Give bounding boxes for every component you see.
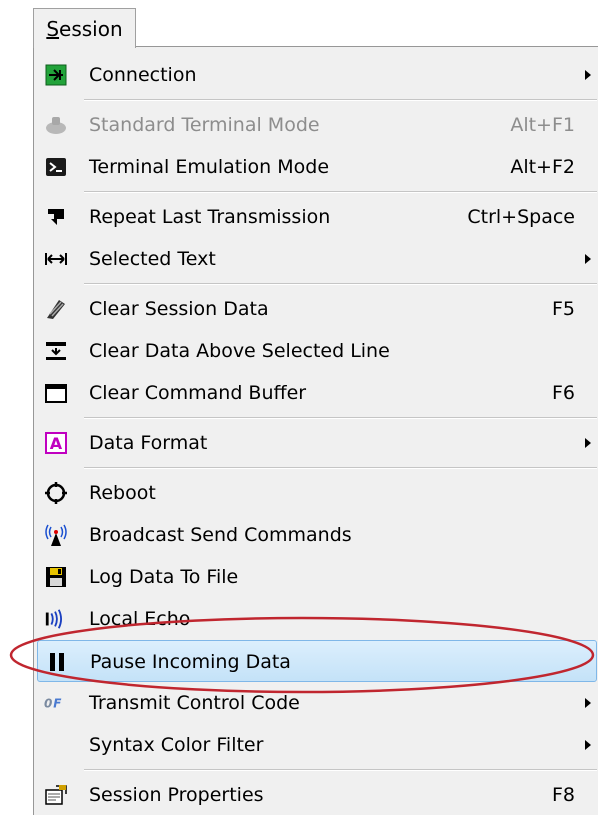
menu-item-data-format[interactable]: A Data Format [34, 422, 597, 464]
submenu-arrow-icon [585, 70, 591, 80]
menu-item-shortcut: Alt+F1 [510, 114, 575, 136]
menu-item-local-echo[interactable]: Local Echo [34, 598, 597, 640]
session-menu-title-rest: ession [59, 16, 123, 41]
clear-above-icon [44, 339, 68, 363]
menu-item-label: Clear Command Buffer [89, 382, 307, 404]
menu-item-shortcut: F8 [551, 784, 575, 806]
svg-text:A: A [50, 434, 63, 453]
menu-item-reboot[interactable]: Reboot [34, 472, 597, 514]
menu-item-clear-session-data[interactable]: Clear Session Data F5 [34, 288, 597, 330]
menu-item-standard-terminal-mode[interactable]: Standard Terminal Mode Alt+F1 [34, 104, 597, 146]
terminal-emulation-icon [44, 155, 68, 179]
menu-item-shortcut: Alt+F2 [510, 156, 575, 178]
menu-item-label: Connection [89, 64, 197, 86]
menu-item-broadcast-send-commands[interactable]: Broadcast Send Commands [34, 514, 597, 556]
pause-icon [45, 650, 69, 674]
menu-item-label: Terminal Emulation Mode [89, 156, 330, 178]
menu-item-label: Broadcast Send Commands [89, 524, 352, 546]
menu-item-connection[interactable]: Connection [34, 54, 597, 96]
menu-item-shortcut: Ctrl+Space [467, 206, 575, 228]
control-code-icon: 0F [44, 691, 68, 715]
menu-item-label: Pause Incoming Data [90, 651, 291, 673]
menu-item-label: Clear Session Data [89, 298, 269, 320]
menu-item-label: Local Echo [89, 608, 191, 630]
menu-item-clear-command-buffer[interactable]: Clear Command Buffer F6 [34, 372, 597, 414]
menu-item-label: Transmit Control Code [89, 692, 300, 714]
session-menu-mnemonic: S [46, 16, 60, 41]
menu-item-clear-data-above-selected-line[interactable]: Clear Data Above Selected Line [34, 330, 597, 372]
save-icon [44, 565, 68, 589]
menu-item-label: Log Data To File [89, 566, 239, 588]
submenu-arrow-icon [585, 438, 591, 448]
menu-item-shortcut: F5 [551, 298, 575, 320]
menu-separator [84, 99, 597, 101]
session-menu-title[interactable]: Session [33, 8, 136, 48]
properties-icon [44, 783, 68, 807]
menu-item-label: Data Format [89, 432, 208, 454]
connection-icon [44, 63, 68, 87]
svg-text:0: 0 [44, 697, 52, 711]
clear-session-icon [44, 297, 68, 321]
echo-icon [44, 607, 68, 631]
selected-text-icon [44, 247, 68, 271]
menu-item-label: Syntax Color Filter [89, 734, 264, 756]
menu-item-transmit-control-code[interactable]: 0F Transmit Control Code [34, 682, 597, 724]
menu-item-label: Clear Data Above Selected Line [89, 340, 390, 362]
menu-separator [84, 283, 597, 285]
menu-item-terminal-emulation-mode[interactable]: Terminal Emulation Mode Alt+F2 [34, 146, 597, 188]
session-dropdown-menu: Connection Standard Terminal Mode Alt+F1… [33, 46, 598, 815]
menu-item-shortcut: F6 [551, 382, 575, 404]
terminal-standard-icon [44, 113, 68, 137]
broadcast-icon [44, 523, 68, 547]
data-format-icon: A [44, 431, 68, 455]
menu-item-session-properties[interactable]: Session Properties F8 [34, 774, 597, 816]
menu-item-label: Session Properties [89, 784, 264, 806]
menu-item-label: Standard Terminal Mode [89, 114, 320, 136]
menu-item-pause-incoming-data[interactable]: Pause Incoming Data [37, 640, 597, 682]
clear-buffer-icon [44, 381, 68, 405]
submenu-arrow-icon [585, 254, 591, 264]
submenu-arrow-icon [585, 740, 591, 750]
submenu-arrow-icon [585, 698, 591, 708]
menu-item-label: Reboot [89, 482, 156, 504]
reboot-icon [44, 481, 68, 505]
menu-separator [84, 467, 597, 469]
menu-item-log-data-to-file[interactable]: Log Data To File [34, 556, 597, 598]
menu-item-repeat-last-transmission[interactable]: Repeat Last Transmission Ctrl+Space [34, 196, 597, 238]
repeat-icon [44, 205, 68, 229]
menu-item-label: Selected Text [89, 248, 216, 270]
menu-separator [84, 769, 597, 771]
menu-item-selected-text[interactable]: Selected Text [34, 238, 597, 280]
menu-item-syntax-color-filter[interactable]: Syntax Color Filter [34, 724, 597, 766]
menu-bar: Session [0, 0, 598, 48]
svg-text:F: F [53, 697, 62, 711]
menu-item-label: Repeat Last Transmission [89, 206, 331, 228]
menu-separator [84, 191, 597, 193]
menu-separator [84, 417, 597, 419]
